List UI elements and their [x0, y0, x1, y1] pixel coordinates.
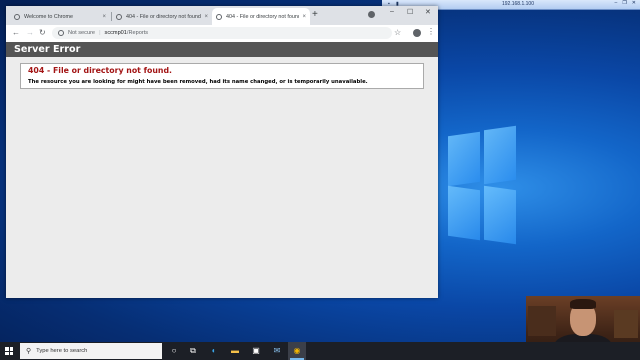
tab-close-icon[interactable]: × [302, 14, 306, 20]
browser-toolbar: ← → ↻ Not secure | sccmp01 /Reports ☆ ⋮ [6, 25, 438, 43]
back-button[interactable]: ← [12, 28, 20, 37]
tab-label: Welcome to Chrome [24, 13, 74, 20]
forward-button[interactable]: → [26, 28, 34, 37]
store-icon[interactable]: ▣ [250, 345, 262, 357]
windows-logo-wallpaper [448, 125, 516, 245]
rdp-host-address: 192.168.1.100 [502, 1, 534, 7]
profile-avatar-icon[interactable] [413, 29, 421, 37]
edge-icon[interactable]: ◐ [208, 345, 220, 357]
start-button[interactable] [0, 342, 18, 360]
reload-button[interactable]: ↻ [39, 28, 46, 37]
security-label: Not secure [68, 30, 96, 36]
tab-strip: Welcome to Chrome × 404 - File or direct… [6, 6, 438, 25]
tab-search-icon[interactable] [368, 11, 375, 18]
widgets-icon[interactable]: ⧉ [187, 345, 199, 357]
url-host: sccmp01 [104, 30, 127, 36]
chrome-window: Welcome to Chrome × 404 - File or direct… [6, 6, 438, 298]
maximize-button[interactable]: ☐ [407, 8, 413, 16]
info-icon[interactable] [58, 30, 64, 36]
error-title: 404 - File or directory not found. [28, 66, 173, 75]
tab-welcome[interactable]: Welcome to Chrome × [10, 8, 110, 25]
background-shelf [614, 310, 638, 338]
tab-404-2-active[interactable]: 404 - File or directory not found. × [212, 8, 310, 25]
server-error-header: Server Error [6, 42, 438, 57]
file-explorer-icon[interactable]: ▬ [229, 345, 241, 357]
tab-404-1[interactable]: 404 - File or directory not found. × [112, 8, 212, 25]
tab-close-icon[interactable]: × [102, 14, 106, 20]
search-icon: ⚲ [26, 348, 32, 355]
globe-favicon-icon [116, 13, 122, 20]
tab-close-icon[interactable]: × [204, 14, 208, 20]
chrome-icon[interactable]: ◉ [291, 345, 303, 357]
bookmark-star-icon[interactable]: ☆ [394, 28, 401, 37]
presenter-hair [570, 299, 596, 309]
error-content-box: 404 - File or directory not found. The r… [20, 63, 424, 89]
background-shelf [528, 306, 556, 336]
address-bar[interactable]: Not secure | sccmp01 /Reports [52, 27, 392, 39]
minimize-button[interactable]: – [390, 8, 394, 15]
tab-label: 404 - File or directory not found. [126, 13, 202, 20]
address-divider: | [99, 30, 101, 36]
mail-icon[interactable]: ✉ [271, 345, 283, 357]
rdp-restore-button[interactable]: ❐ [622, 0, 626, 6]
url-path: /Reports [126, 30, 149, 36]
rdp-close-button[interactable]: ✕ [632, 0, 636, 6]
chrome-favicon-icon [14, 13, 20, 20]
close-window-button[interactable]: ✕ [425, 8, 431, 16]
search-placeholder: Type here to search [36, 348, 88, 354]
new-tab-button[interactable]: + [312, 9, 318, 20]
taskbar: ⚲ Type here to search ○ ⧉ ◐ ▬ ▣ ✉ ◉ [0, 342, 640, 360]
task-view-icon[interactable]: ○ [168, 345, 180, 357]
tab-label: 404 - File or directory not found. [226, 13, 300, 20]
rdp-minimize-button[interactable]: – [615, 0, 618, 6]
menu-kebab-icon[interactable]: ⋮ [427, 27, 435, 36]
globe-favicon-icon [216, 13, 222, 20]
taskbar-search-box[interactable]: ⚲ Type here to search [20, 343, 162, 359]
error-message: The resource you are looking for might h… [28, 79, 368, 85]
page-content: Server Error 404 - File or directory not… [6, 42, 438, 298]
